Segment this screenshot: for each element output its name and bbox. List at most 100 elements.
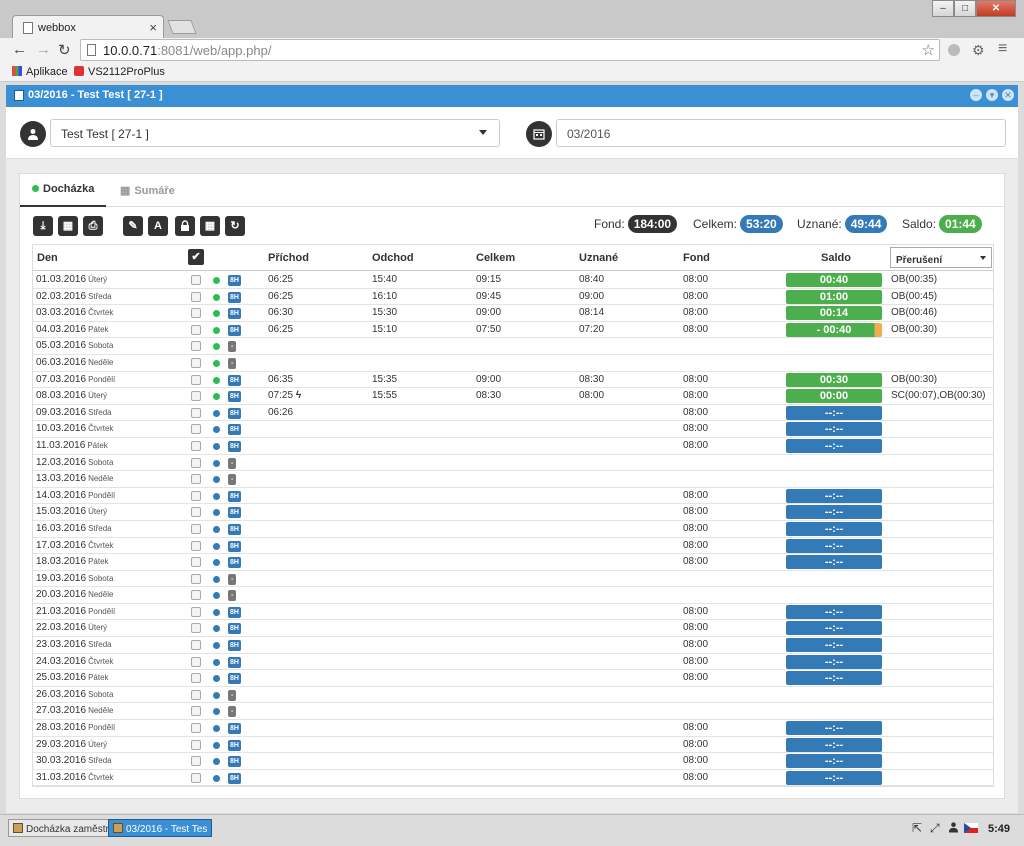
- table-row[interactable]: 30.03.2016 Středa 8H 08:00 --:--: [33, 753, 993, 770]
- table-row[interactable]: 25.03.2016 Pátek 8H 08:00 --:--: [33, 670, 993, 687]
- table-row[interactable]: 16.03.2016 Středa 8H 08:00 --:--: [33, 521, 993, 538]
- row-checkbox[interactable]: [191, 324, 201, 335]
- saldo-cell[interactable]: 00:30: [786, 372, 882, 387]
- row-checkbox[interactable]: [191, 772, 201, 783]
- saldo-cell[interactable]: 00:40: [786, 273, 882, 287]
- employee-select[interactable]: Test Test [ 27-1 ]: [50, 119, 500, 147]
- row-checkbox[interactable]: [191, 341, 201, 352]
- table-row[interactable]: 11.03.2016 Pátek 8H 08:00 --:--: [33, 438, 993, 455]
- saldo-cell[interactable]: --:--: [786, 438, 882, 453]
- refresh-button[interactable]: ↻: [225, 216, 245, 236]
- tab-summaries[interactable]: ▦ Sumáře: [120, 184, 175, 197]
- row-checkbox[interactable]: [191, 706, 201, 717]
- row-checkbox[interactable]: [191, 357, 201, 368]
- table-row[interactable]: 01.03.2016 Úterý 8H 06:25 15:40 09:15 08:40 08:…: [33, 272, 993, 289]
- table-row[interactable]: 12.03.2016 Sobota -: [33, 455, 993, 472]
- table-row[interactable]: 28.03.2016 Pondělí 8H 08:00 --:--: [33, 720, 993, 737]
- table-row[interactable]: 19.03.2016 Sobota -: [33, 571, 993, 588]
- saldo-cell[interactable]: --:--: [786, 521, 882, 536]
- row-checkbox[interactable]: [191, 673, 201, 684]
- lock-button[interactable]: [175, 216, 195, 236]
- row-checkbox[interactable]: [191, 291, 201, 302]
- row-checkbox[interactable]: [191, 407, 201, 418]
- taskbar-item-period[interactable]: 03/2016 - Test Tes: [108, 819, 213, 837]
- bookmark-star-icon[interactable]: ☆: [922, 41, 935, 59]
- print-button[interactable]: ⎙: [83, 216, 103, 236]
- address-bar[interactable]: 10.0.0.71:8081/web/app.php/ ☆: [80, 39, 940, 61]
- row-checkbox[interactable]: [191, 308, 201, 319]
- saldo-cell[interactable]: 00:14: [786, 306, 882, 321]
- tab-attendance[interactable]: Docházka: [20, 174, 107, 207]
- row-checkbox[interactable]: [191, 689, 201, 700]
- saldo-cell[interactable]: --:--: [786, 538, 882, 553]
- bookmark-vs2112[interactable]: VS2112ProPlus: [74, 66, 165, 78]
- saldo-cell[interactable]: - 00:40: [786, 322, 882, 337]
- external-link-icon[interactable]: ⇱: [912, 821, 922, 835]
- table-row[interactable]: 21.03.2016 Pondělí 8H 08:00 --:--: [33, 604, 993, 621]
- table-row[interactable]: 03.03.2016 Čtvrtek 8H 06:30 15:30 09:00 08:14 0…: [33, 305, 993, 322]
- table-row[interactable]: 15.03.2016 Úterý 8H 08:00 --:--: [33, 504, 993, 521]
- row-checkbox[interactable]: [191, 275, 201, 285]
- saldo-cell[interactable]: 00:00: [786, 389, 882, 404]
- row-checkbox[interactable]: [191, 391, 201, 402]
- row-checkbox[interactable]: [191, 739, 201, 750]
- table-row[interactable]: 23.03.2016 Středa 8H 08:00 --:--: [33, 637, 993, 654]
- table-row[interactable]: 26.03.2016 Sobota -: [33, 687, 993, 704]
- saldo-cell[interactable]: --:--: [786, 671, 882, 686]
- saldo-cell[interactable]: --:--: [786, 621, 882, 636]
- period-input[interactable]: 03/2016: [556, 119, 1006, 147]
- row-checkbox[interactable]: [191, 374, 201, 385]
- row-checkbox[interactable]: [191, 523, 201, 534]
- saldo-cell[interactable]: --:--: [786, 422, 882, 437]
- table-row[interactable]: 14.03.2016 Pondělí 8H 08:00 --:--: [33, 488, 993, 505]
- row-checkbox[interactable]: [191, 540, 201, 551]
- table-row[interactable]: 29.03.2016 Úterý 8H 08:00 --:--: [33, 737, 993, 754]
- table-row[interactable]: 06.03.2016 Neděle -: [33, 355, 993, 372]
- font-button[interactable]: A: [148, 216, 168, 236]
- fullscreen-icon[interactable]: ⤢: [930, 821, 940, 836]
- calculator-button[interactable]: ▦: [58, 216, 78, 236]
- chevron-down-icon[interactable]: ▾: [986, 89, 998, 101]
- row-checkbox[interactable]: [191, 440, 201, 451]
- table-row[interactable]: 08.03.2016 Úterý 8H 07:25 ϟ 15:55 08:30 08:00 0…: [33, 388, 993, 405]
- minimize-circle-icon[interactable]: –: [970, 89, 982, 101]
- table-row[interactable]: 22.03.2016 Úterý 8H 08:00 --:--: [33, 620, 993, 638]
- row-checkbox[interactable]: [191, 507, 201, 518]
- close-tab-icon[interactable]: ×: [149, 20, 157, 35]
- saldo-cell[interactable]: --:--: [786, 721, 882, 736]
- saldo-cell[interactable]: --:--: [786, 654, 882, 669]
- row-checkbox[interactable]: [191, 756, 201, 767]
- user-icon[interactable]: [948, 821, 959, 836]
- row-checkbox[interactable]: [191, 723, 201, 734]
- table-row[interactable]: 09.03.2016 Středa 8H 06:26 08:00 --:--: [33, 405, 993, 422]
- saldo-cell[interactable]: --:--: [786, 488, 882, 503]
- table-row[interactable]: 20.03.2016 Neděle -: [33, 587, 993, 604]
- table-row[interactable]: 13.03.2016 Neděle -: [33, 471, 993, 488]
- edit-button[interactable]: ✎: [123, 216, 143, 236]
- calendar-button[interactable]: ▦: [200, 216, 220, 236]
- minimize-button[interactable]: –: [932, 0, 954, 17]
- row-checkbox[interactable]: [191, 474, 201, 485]
- close-window-button[interactable]: ✕: [976, 0, 1016, 17]
- close-circle-icon[interactable]: ✕: [1002, 89, 1014, 101]
- saldo-cell[interactable]: --:--: [786, 737, 882, 752]
- new-tab-button[interactable]: [167, 20, 197, 34]
- table-row[interactable]: 18.03.2016 Pátek 8H 08:00 --:--: [33, 554, 993, 571]
- table-row[interactable]: 10.03.2016 Čtvrtek 8H 08:00 --:--: [33, 421, 993, 438]
- reload-icon[interactable]: ↻: [58, 41, 71, 59]
- table-row[interactable]: 07.03.2016 Pondělí 8H 06:35 15:35 09:00 08:30 0…: [33, 372, 993, 389]
- row-checkbox[interactable]: [191, 640, 201, 651]
- row-checkbox[interactable]: [191, 606, 201, 617]
- taskbar-item-attendance[interactable]: Docházka zaměstn: [8, 819, 117, 837]
- row-checkbox[interactable]: [191, 573, 201, 584]
- extension-icon[interactable]: [948, 44, 960, 56]
- gear-icon[interactable]: ⚙: [972, 42, 985, 59]
- saldo-cell[interactable]: --:--: [786, 604, 882, 619]
- download-button[interactable]: ⤓: [33, 216, 53, 236]
- saldo-cell[interactable]: --:--: [786, 405, 882, 420]
- row-checkbox[interactable]: [191, 590, 201, 601]
- row-checkbox[interactable]: [191, 623, 201, 634]
- table-row[interactable]: 17.03.2016 Čtvrtek 8H 08:00 --:--: [33, 538, 993, 555]
- menu-icon[interactable]: ≡: [998, 40, 1007, 58]
- browser-tab[interactable]: webbox ×: [12, 15, 164, 39]
